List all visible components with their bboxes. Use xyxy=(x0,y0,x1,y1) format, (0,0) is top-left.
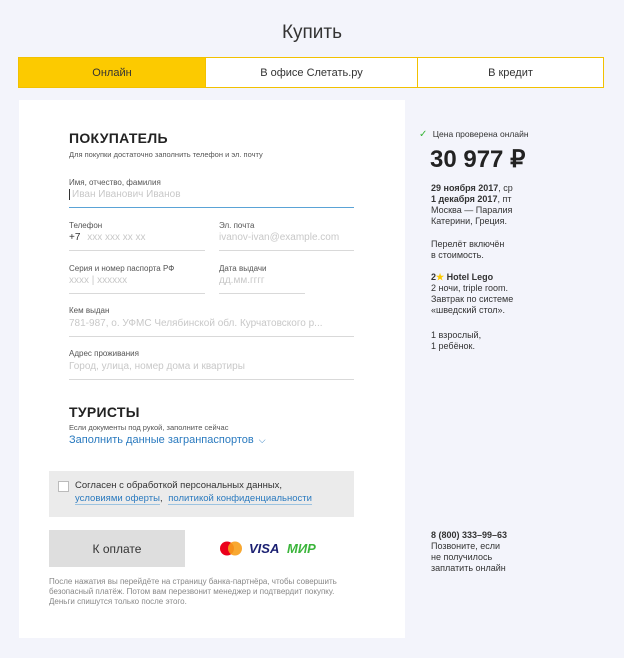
consent-links: условиями оферты, политикой конфиденциал… xyxy=(75,492,312,505)
consent-text: Согласен с обработкой персональных данны… xyxy=(75,480,283,491)
contact-phone[interactable]: 8 (800) 333–99–63 xyxy=(431,530,507,541)
issue-date-label: Дата выдачи xyxy=(219,264,267,273)
flight-info: Перелёт включён в стоимость. xyxy=(431,239,504,261)
issue-date-field-underline xyxy=(219,293,305,294)
hotel-title: 2★ Hotel Lego xyxy=(431,272,513,283)
name-field-underline xyxy=(69,207,354,208)
consent-box: Согласен с обработкой персональных данны… xyxy=(49,471,354,517)
issued-by-label: Кем выдан xyxy=(69,306,110,315)
tab-office[interactable]: В офисе Слетать.ру xyxy=(205,58,417,87)
phone-placeholder: xxx xxx xx xx xyxy=(87,232,146,243)
flight-line-1: Перелёт включён xyxy=(431,239,505,249)
price: 30 977 ₽ xyxy=(430,146,526,173)
price-verified-label: Цена проверена онлайн xyxy=(432,129,529,139)
consent-checkbox[interactable] xyxy=(58,481,69,492)
trip-dates: 29 ноября 2017, ср 1 декабря 2017, пт Мо… xyxy=(431,183,513,227)
phone-label: Телефон xyxy=(69,221,103,230)
route-line-1: Москва — Паралия xyxy=(431,205,513,215)
hotel-info: 2★ Hotel Lego 2 ночи, triple room. Завтр… xyxy=(431,272,513,316)
email-field-underline xyxy=(219,250,354,251)
passengers: 1 взрослый, 1 ребёнок. xyxy=(431,330,481,352)
hotel-line-1: 2 ночи, triple room. xyxy=(431,283,509,293)
chevron-down-icon: ⌵ xyxy=(258,435,266,445)
consent-separator: , xyxy=(159,493,163,504)
route-line-2: Катерини, Греция. xyxy=(431,216,508,226)
address-field-underline xyxy=(69,379,354,380)
phone-prefix: +7 xyxy=(69,232,81,243)
price-verified: ✓ Цена проверена онлайн xyxy=(419,129,529,140)
issued-by-field-underline xyxy=(69,336,354,337)
payment-note: После нажатия вы перейдёте на страницу б… xyxy=(49,577,337,606)
hotel-line-3: «шведский стол». xyxy=(431,305,506,315)
phone-field-underline xyxy=(69,250,205,251)
contact-block: 8 (800) 333–99–63 Позвоните, если не пол… xyxy=(431,530,507,574)
tourists-heading: ТУРИСТЫ xyxy=(69,404,140,420)
flight-line-2: в стоимость. xyxy=(431,250,484,260)
issue-date-field[interactable]: дд.мм.гггг xyxy=(219,275,265,286)
hotel-name: Hotel Lego xyxy=(446,272,494,282)
hotel-line-2: Завтрак по системе xyxy=(431,294,514,304)
date-to-row: 1 декабря 2017, пт xyxy=(431,194,513,205)
fill-passports-link[interactable]: Заполнить данные загранпаспортов ⌵ xyxy=(69,434,266,446)
date-to: 1 декабря 2017 xyxy=(431,194,498,204)
contact-line-1: Позвоните, если xyxy=(431,541,500,551)
issued-by-field[interactable]: 781-987, о. УФМС Челябинской обл. Курчат… xyxy=(69,318,323,329)
buyer-hint: Для покупки достаточно заполнить телефон… xyxy=(69,150,263,159)
address-field[interactable]: Город, улица, номер дома и квартиры xyxy=(69,361,245,372)
passport-label: Серия и номер паспорта РФ xyxy=(69,264,175,273)
buyer-heading: ПОКУПАТЕЛЬ xyxy=(69,130,168,146)
privacy-policy-link[interactable]: политикой конфиденциальности xyxy=(168,493,312,505)
contact-line-2: не получилось xyxy=(431,552,493,562)
date-from: 29 ноября 2017 xyxy=(431,183,499,193)
mastercard-icon xyxy=(220,541,242,556)
date-from-row: 29 ноября 2017, ср xyxy=(431,183,513,194)
phone-field[interactable]: +7 xxx xxx xx xx xyxy=(69,232,146,243)
day-from: , ср xyxy=(498,183,513,193)
passport-field-underline xyxy=(69,293,205,294)
tab-credit[interactable]: В кредит xyxy=(417,58,603,87)
offer-terms-link[interactable]: условиями оферты xyxy=(75,493,160,505)
passengers-adults: 1 взрослый, xyxy=(431,330,482,340)
contact-line-3: заплатить онлайн xyxy=(431,563,506,573)
mir-logo: МИР xyxy=(287,541,316,556)
day-to: , пт xyxy=(497,194,512,204)
email-field[interactable]: ivanov-ivan@example.com xyxy=(219,232,339,243)
visa-logo: VISA xyxy=(249,541,280,556)
fill-passports-label: Заполнить данные загранпаспортов xyxy=(69,434,254,446)
check-icon: ✓ xyxy=(419,129,428,140)
address-label: Адрес проживания xyxy=(69,349,139,358)
name-label: Имя, отчество, фамилия xyxy=(69,178,161,187)
page-title: Купить xyxy=(281,22,343,43)
tab-online[interactable]: Онлайн xyxy=(19,58,205,87)
pay-button[interactable]: К оплате xyxy=(49,530,185,567)
tourists-hint: Если документы под рукой, заполните сейч… xyxy=(69,423,229,432)
payment-method-tabs: Онлайн В офисе Слетать.ру В кредит xyxy=(18,57,604,88)
name-field[interactable]: Иван Иванович Иванов xyxy=(69,189,181,200)
passengers-children: 1 ребёнок. xyxy=(431,341,475,351)
email-label: Эл. почта xyxy=(219,221,255,230)
passport-field[interactable]: xxxx | xxxxxx xyxy=(69,275,127,286)
star-icon: ★ xyxy=(436,272,445,282)
